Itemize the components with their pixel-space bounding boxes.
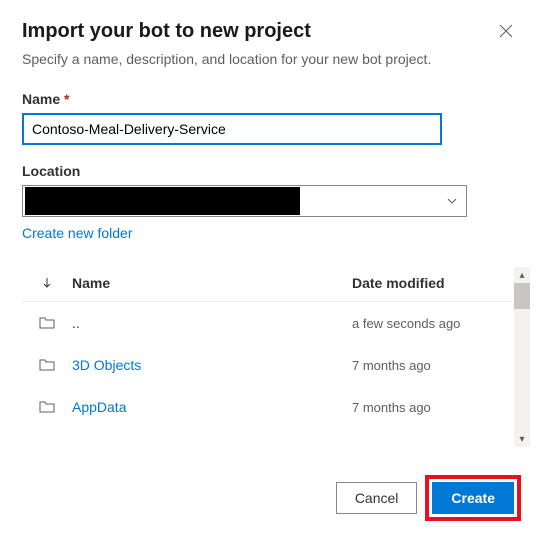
- row-date: 7 months ago: [352, 400, 512, 415]
- chevron-down-icon: [446, 195, 458, 207]
- arrow-down-icon: [42, 277, 52, 289]
- name-field-group: Name *: [22, 91, 517, 145]
- col-header-name[interactable]: Name: [72, 275, 352, 291]
- close-button[interactable]: [495, 20, 517, 42]
- create-button-highlight: Create: [425, 475, 521, 521]
- scrollbar-thumb[interactable]: [514, 283, 530, 309]
- cancel-button[interactable]: Cancel: [336, 482, 418, 514]
- row-date: 7 months ago: [352, 358, 512, 373]
- name-label-text: Name: [22, 91, 60, 107]
- row-name: ..: [72, 315, 80, 331]
- location-value-redacted: [25, 187, 300, 215]
- name-input[interactable]: [22, 113, 442, 145]
- list-row[interactable]: .. a few seconds ago: [22, 302, 512, 344]
- dialog-title: Import your bot to new project: [22, 20, 311, 43]
- close-icon: [499, 24, 513, 38]
- folder-icon: [39, 400, 55, 414]
- scroll-up-icon[interactable]: ▴: [514, 267, 530, 283]
- dialog-subtitle: Specify a name, description, and locatio…: [22, 51, 517, 67]
- list-header: Name Date modified: [22, 267, 512, 302]
- folder-icon: [39, 358, 55, 372]
- location-field-group: Location Create new folder: [22, 163, 517, 241]
- import-bot-dialog: Import your bot to new project Specify a…: [0, 0, 539, 448]
- list-row[interactable]: AppData 7 months ago: [22, 386, 512, 428]
- dialog-footer: Cancel Create: [336, 475, 521, 521]
- required-asterisk: *: [64, 91, 69, 107]
- create-button[interactable]: Create: [432, 482, 514, 514]
- col-header-date[interactable]: Date modified: [352, 275, 512, 291]
- row-name: 3D Objects: [72, 357, 141, 373]
- row-name: AppData: [72, 399, 126, 415]
- folder-icon: [39, 316, 55, 330]
- create-new-folder-link[interactable]: Create new folder: [22, 225, 133, 241]
- scrollbar[interactable]: ▴ ▾: [514, 267, 530, 447]
- location-dropdown[interactable]: [22, 185, 467, 217]
- name-label: Name *: [22, 91, 517, 107]
- row-date: a few seconds ago: [352, 316, 512, 331]
- scroll-down-icon[interactable]: ▾: [514, 431, 530, 447]
- sort-column[interactable]: [22, 277, 72, 289]
- folder-list: Name Date modified .. a few seconds ago …: [22, 267, 512, 428]
- list-row[interactable]: 3D Objects 7 months ago: [22, 344, 512, 386]
- location-label: Location: [22, 163, 517, 179]
